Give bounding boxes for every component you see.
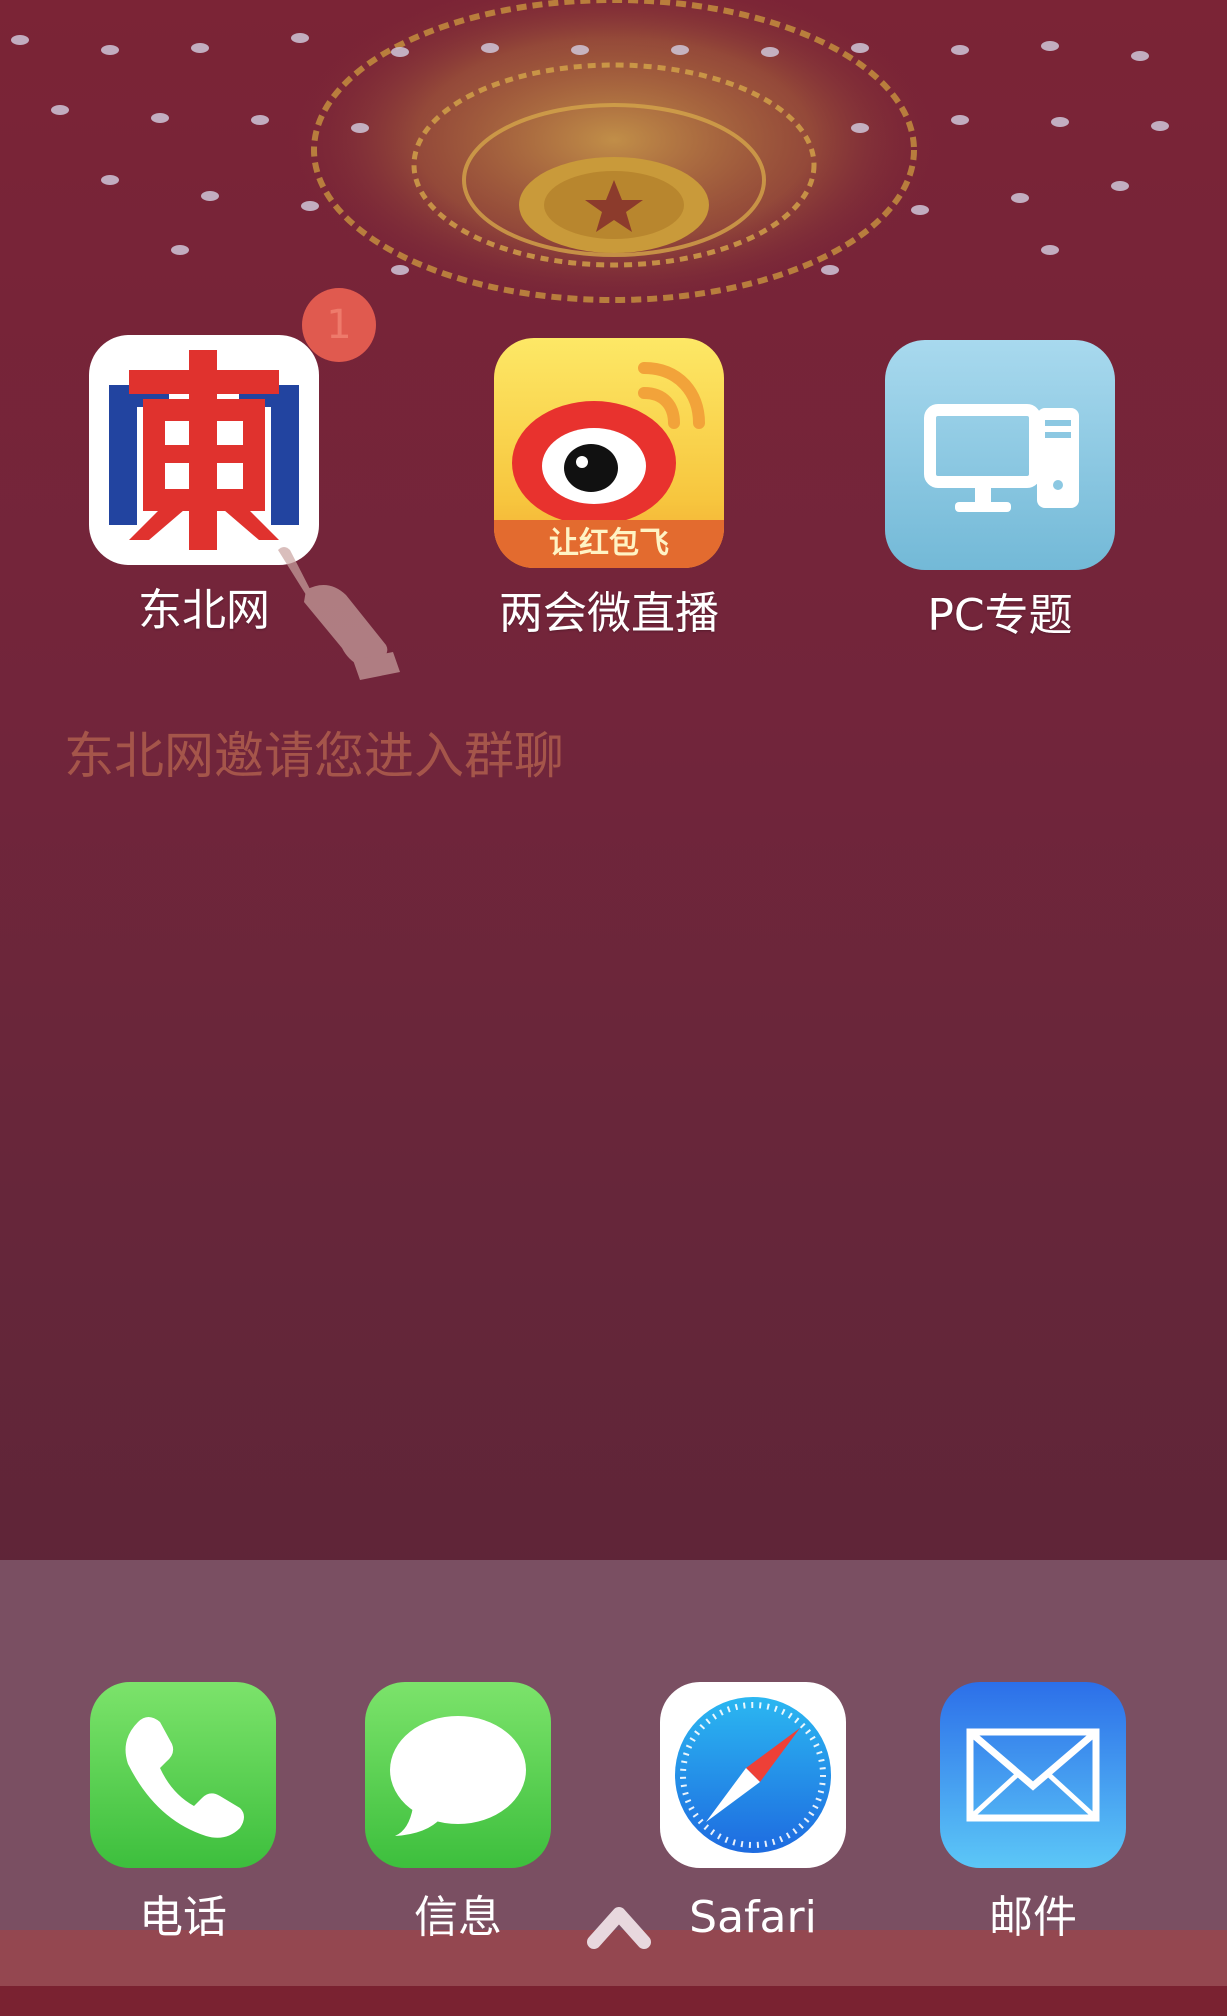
home-screen: 东北网 1 让红包飞 两会微直播 PC专题 东北网邀请您进入群聊 电话 信息 S… bbox=[0, 0, 1227, 2016]
wallpaper-ceiling bbox=[11, 0, 1169, 310]
dock-app-phone[interactable]: 电话 bbox=[83, 1682, 283, 1946]
app-label: PC专题 bbox=[927, 590, 1073, 641]
app-label: 两会微直播 bbox=[499, 588, 719, 639]
dock-app-label: 电话 bbox=[139, 1892, 227, 1943]
app-lianghui-weibo[interactable]: 让红包飞 两会微直播 bbox=[489, 338, 729, 642]
pointing-hand-icon bbox=[278, 547, 400, 680]
dock-bottom-bar bbox=[0, 1986, 1227, 2016]
messages-icon[interactable] bbox=[365, 1682, 551, 1868]
dock-app-messages[interactable]: 信息 bbox=[358, 1682, 558, 1946]
app-pc-topic[interactable]: PC专题 bbox=[880, 340, 1120, 644]
mail-icon[interactable] bbox=[940, 1682, 1126, 1868]
weibo-icon[interactable]: 让红包飞 bbox=[494, 338, 724, 568]
weibo-banner: 让红包飞 bbox=[549, 526, 669, 561]
computer-icon[interactable] bbox=[885, 340, 1115, 570]
dock-app-safari[interactable]: Safari bbox=[653, 1682, 853, 1946]
phone-icon[interactable] bbox=[90, 1682, 276, 1868]
dock-app-label: 信息 bbox=[414, 1892, 502, 1943]
safari-compass-icon[interactable] bbox=[660, 1682, 846, 1868]
dock-app-label: Safari bbox=[689, 1892, 817, 1943]
dock-app-mail[interactable]: 邮件 bbox=[933, 1682, 1133, 1946]
group-chat-invite-text[interactable]: 东北网邀请您进入群聊 bbox=[64, 716, 564, 788]
chevron-up-icon[interactable] bbox=[586, 1898, 652, 1954]
dock-app-label: 邮件 bbox=[989, 1892, 1077, 1943]
dongbei-logo-icon[interactable] bbox=[89, 335, 319, 565]
notification-badge: 1 bbox=[302, 288, 376, 362]
